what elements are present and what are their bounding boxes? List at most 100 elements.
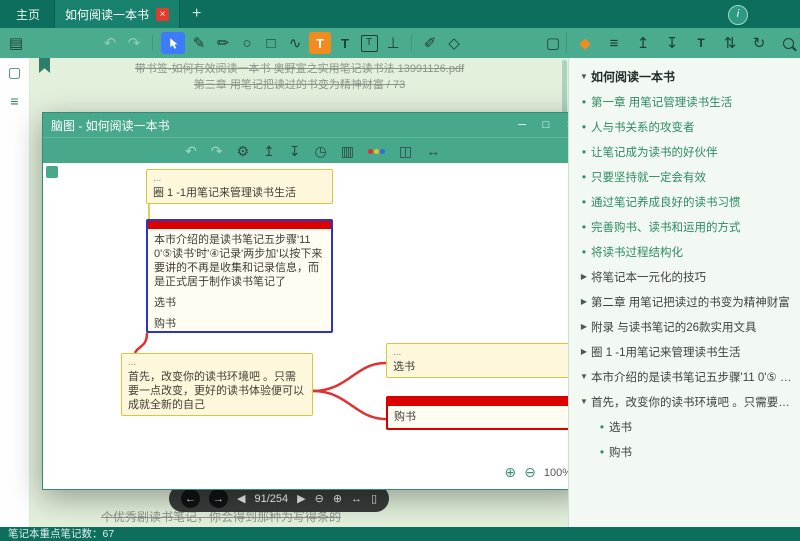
expand-arrow-icon[interactable]: ▶: [577, 322, 591, 331]
redo-button[interactable]: ↷: [124, 32, 144, 54]
outline-item[interactable]: ▶ 将笔记本一元化的技巧: [569, 264, 800, 289]
next-page-button[interactable]: ▶: [297, 492, 305, 505]
search-button[interactable]: [778, 32, 798, 54]
tab-document[interactable]: 如何阅读一本书 ×: [54, 0, 180, 28]
new-tab-button[interactable]: +: [192, 5, 201, 23]
mindmap-titlebar[interactable]: 脑图 - 如何阅读一本书 ─ □ ×: [43, 113, 584, 137]
notebook-panel-icon[interactable]: ▤: [6, 32, 26, 54]
left-rail: ▢ ≡: [0, 58, 30, 527]
outline-item[interactable]: • 购书: [569, 439, 800, 464]
collapse-arrow-icon[interactable]: ▼: [577, 72, 591, 81]
list-icon[interactable]: ≡: [604, 32, 624, 54]
bullet-icon: •: [595, 445, 609, 459]
text-filter-button[interactable]: T: [691, 32, 711, 54]
outline-item[interactable]: ▶ 第二章 用笔记把读过的书变为精神财富: [569, 289, 800, 314]
mindmap-zoom-in-button[interactable]: ⊕: [504, 464, 516, 481]
text-tool[interactable]: T: [335, 32, 355, 54]
expand-arrow-icon[interactable]: ▶: [577, 297, 591, 306]
node-child-item: 购书: [154, 317, 325, 331]
page-indicator[interactable]: 91/254: [254, 493, 288, 505]
tab-home[interactable]: 主页: [0, 6, 54, 23]
mindmap-node-selected[interactable]: 本市介绍的是读书笔记五步骤'11 0'⑤读书'时'④记录'两步加'以按下来要讲的…: [146, 219, 333, 333]
presentation-button[interactable]: ◫: [399, 143, 412, 160]
mindmap-node[interactable]: ... 圈 1 -1用笔记来管理读书生活: [146, 169, 333, 204]
info-button[interactable]: i: [728, 5, 748, 25]
collapse-all-button[interactable]: ↧: [662, 32, 682, 54]
outline-item-root[interactable]: ▼ 如何阅读一本书: [569, 64, 800, 89]
annotation-tools: ↶ ↷ ✎ ✏ ○ □ ∿ T T T ⊥ ✐ ◇: [100, 32, 464, 54]
outline-item[interactable]: • 第一章 用笔记管理读书生活: [569, 89, 800, 114]
refresh-button[interactable]: ↻: [749, 32, 769, 54]
select-tool[interactable]: [161, 32, 185, 54]
node-collapsed-indicator[interactable]: ...: [128, 357, 306, 368]
mindmap-node[interactable]: ... 首先，改变你的读书环境吧 。只需要一点改变，更好的读书体验便可以成就全新…: [121, 353, 313, 416]
outline-item[interactable]: • 将读书过程结构化: [569, 239, 800, 264]
outline-item[interactable]: • 选书: [569, 414, 800, 439]
node-collapsed-indicator[interactable]: ...: [393, 347, 572, 358]
menu-button[interactable]: ≡: [10, 93, 18, 109]
outline-label: 第二章 用笔记把读过的书变为精神财富: [591, 294, 790, 310]
outline-item[interactable]: • 让笔记成为读书的好伙伴: [569, 139, 800, 164]
node-text: 圈 1 -1用笔记来管理读书生活: [153, 186, 326, 200]
zoom-in-button[interactable]: ⊕: [333, 492, 342, 505]
outline-label: 让笔记成为读书的好伙伴: [591, 144, 718, 160]
expand-all-button[interactable]: ↥: [633, 32, 653, 54]
settings-gear-icon[interactable]: ⚙: [236, 143, 249, 160]
palette-button[interactable]: [368, 149, 385, 154]
sort-button[interactable]: ⇅: [720, 32, 740, 54]
export-button[interactable]: ↥: [263, 143, 275, 160]
pen-tool[interactable]: ✎: [189, 32, 209, 54]
minimize-button[interactable]: ─: [512, 116, 532, 134]
outline-panel-button[interactable]: ▢: [8, 64, 21, 81]
highlighter-tool[interactable]: ✏: [213, 32, 233, 54]
mindmap-node[interactable]: ... 选书: [386, 343, 579, 378]
outline-label: 购书: [609, 444, 632, 460]
ellipse-tool[interactable]: ○: [237, 32, 257, 54]
textbox-tool[interactable]: T: [359, 32, 379, 54]
notes-filter-icon[interactable]: ◆: [575, 32, 595, 54]
maximize-button[interactable]: □: [536, 116, 556, 134]
page-panel-button[interactable]: ▢: [543, 32, 563, 54]
outline-item[interactable]: ▶ 圈 1 -1用笔记来管理读书生活: [569, 339, 800, 364]
import-button[interactable]: ↧: [289, 143, 301, 160]
tab-close-button[interactable]: ×: [156, 8, 169, 21]
outline-item[interactable]: • 通过笔记养成良好的读书习惯: [569, 189, 800, 214]
outline-item[interactable]: ▶ 附录 与读书笔记的26款实用文具: [569, 314, 800, 339]
fit-width-button[interactable]: ↔: [426, 143, 440, 159]
search-icon: [783, 38, 794, 49]
fit-width-button[interactable]: ↔: [351, 493, 362, 505]
collapse-arrow-icon[interactable]: ▼: [577, 397, 591, 406]
outline-item[interactable]: ▼ 本市介绍的是读书笔记五步骤'11 0'⑤ 读...: [569, 364, 800, 389]
fit-page-button[interactable]: ▯: [371, 492, 377, 505]
node-collapsed-indicator[interactable]: ...: [153, 173, 326, 184]
wave-line-tool[interactable]: ∿: [285, 32, 305, 54]
mindmap-undo-button[interactable]: ↶: [185, 143, 197, 160]
ink-tool[interactable]: ✐: [420, 32, 440, 54]
outline-label: 完善购书、读书和运用的方式: [591, 219, 741, 235]
outline-label: 通过笔记养成良好的读书习惯: [591, 194, 741, 210]
outline-item[interactable]: • 只要坚持就一定会有效: [569, 164, 800, 189]
mindmap-zoom-out-button[interactable]: ⊖: [524, 464, 536, 481]
history-forward-button[interactable]: →: [209, 489, 228, 508]
layout-button[interactable]: ▥: [341, 143, 354, 160]
undo-button[interactable]: ↶: [100, 32, 120, 54]
mindmap-node[interactable]: 购书: [386, 396, 579, 430]
expand-arrow-icon[interactable]: ▶: [577, 347, 591, 356]
mindmap-redo-button[interactable]: ↷: [211, 143, 223, 160]
zoom-out-button[interactable]: ⊖: [315, 492, 324, 505]
outline-label: 附录 与读书笔记的26款实用文具: [591, 319, 757, 335]
history-button[interactable]: ◷: [315, 143, 327, 160]
text-highlight-tool[interactable]: T: [309, 32, 331, 54]
expand-arrow-icon[interactable]: ▶: [577, 272, 591, 281]
cursor-icon: [167, 37, 180, 50]
outline-item[interactable]: • 完善购书、读书和运用的方式: [569, 214, 800, 239]
eraser-tool[interactable]: ◇: [444, 32, 464, 54]
underline-tool[interactable]: ⊥: [383, 32, 403, 54]
outline-item[interactable]: ▼ 首先，改变你的读书环境吧 。只需要一点...: [569, 389, 800, 414]
mindmap-canvas[interactable]: ... 圈 1 -1用笔记来管理读书生活 本市介绍的是读书笔记五步骤'11 0'…: [43, 163, 584, 489]
history-back-button[interactable]: ←: [181, 489, 200, 508]
prev-page-button[interactable]: ◀: [237, 492, 245, 505]
rectangle-tool[interactable]: □: [261, 32, 281, 54]
outline-item[interactable]: • 人与书关系的攻变者: [569, 114, 800, 139]
collapse-arrow-icon[interactable]: ▼: [577, 372, 591, 381]
